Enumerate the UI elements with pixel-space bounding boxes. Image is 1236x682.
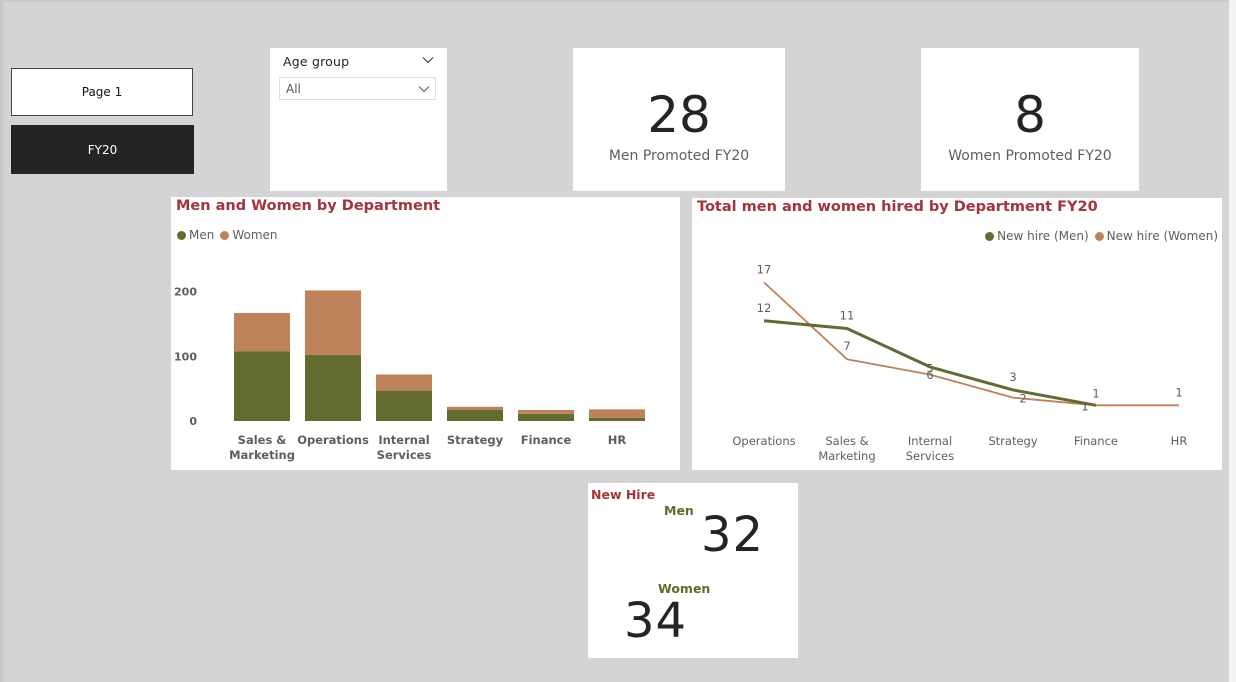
x-tick-label: Internal [378,433,429,447]
slicer-title: Age group [283,54,350,69]
data-label: 3 [1009,370,1016,384]
y-tick-label: 200 [174,286,197,299]
bar-segment-men[interactable] [589,417,645,421]
data-label: 7 [843,339,850,353]
men-promoted-label: Men Promoted FY20 [608,148,750,164]
data-label: 1 [1081,399,1088,413]
fy20-button[interactable]: FY20 [11,125,194,174]
new-hire-men-label: Men [664,503,694,518]
bar-segment-women[interactable] [234,313,290,352]
bar-segment-women[interactable] [518,410,574,414]
x-tick-label: Sales & [825,434,868,448]
x-tick-label: Finance [1074,434,1118,448]
x-tick-label: Services [906,449,955,463]
x-tick-label: HR [608,433,627,447]
new-hire-women-value: 34 [624,593,688,649]
line-chart-plot: 12116 311775211Operations Sales &Marketing… [732,262,1188,463]
chevron-down-icon [418,86,430,93]
bar-segment-women[interactable] [376,374,432,391]
women-promoted-card: 8 Women Promoted FY20 [921,48,1139,191]
data-label: 11 [840,308,855,322]
new-hire-men-value: 32 [701,507,765,563]
y-tick-label: 0 [189,415,197,428]
x-tick-label: Finance [521,433,572,447]
bar-segment-women[interactable] [447,406,503,411]
age-group-dropdown[interactable]: All [279,77,436,100]
data-label: 17 [757,262,772,276]
bar-segment-men[interactable] [234,351,290,421]
bar-segment-women[interactable] [589,409,645,418]
new-hire-card: New Hire Men 32 Women 34 [588,483,798,658]
age-group-slicer: Age group All [270,48,447,191]
bar-segment-men[interactable] [376,390,432,421]
x-tick-label: Marketing [229,448,295,462]
data-label: 5 [926,362,933,376]
bar-chart-plot: 0 100 200 Sales &MarketingOperations Interna… [174,286,645,462]
bar-segment-men[interactable] [518,413,574,421]
x-tick-label: HR [1171,434,1188,448]
x-tick-label: Strategy [447,433,504,447]
data-label: 12 [757,301,772,315]
men-promoted-value: 28 [647,86,711,144]
data-label: 1 [1175,385,1182,399]
x-tick-label: Strategy [988,434,1037,448]
page1-button[interactable]: Page 1 [11,68,193,116]
canvas-left-border [0,0,3,682]
women-promoted-label: Women Promoted FY20 [948,148,1112,164]
hires-by-department-chart[interactable]: Total men and women hired by Department … [692,198,1222,470]
canvas-right-border [1229,0,1236,682]
x-tick-label: Services [377,448,432,462]
x-tick-label: Operations [297,433,369,447]
men-promoted-card: 28 Men Promoted FY20 [573,48,785,191]
bar-segment-men[interactable] [305,355,361,421]
data-label: 1 [1092,386,1099,400]
line-series-women[interactable] [763,281,1179,407]
women-promoted-value: 8 [1014,86,1046,144]
y-tick-label: 100 [174,350,197,363]
bar-segment-women[interactable] [305,290,361,356]
men-women-by-department-chart[interactable]: Men and Women by Department Men Women 01… [171,197,680,470]
dropdown-selected-value: All [286,82,301,96]
x-tick-label: Operations [732,434,795,448]
canvas-top-border [0,0,1236,2]
chevron-down-icon[interactable] [422,54,434,66]
new-hire-title: New Hire [591,487,656,502]
data-label: 2 [1019,392,1026,406]
bar-segment-men[interactable] [447,410,503,421]
x-tick-label: Internal [908,434,952,448]
x-tick-label: Marketing [818,449,875,463]
x-tick-label: Sales & [238,433,287,447]
